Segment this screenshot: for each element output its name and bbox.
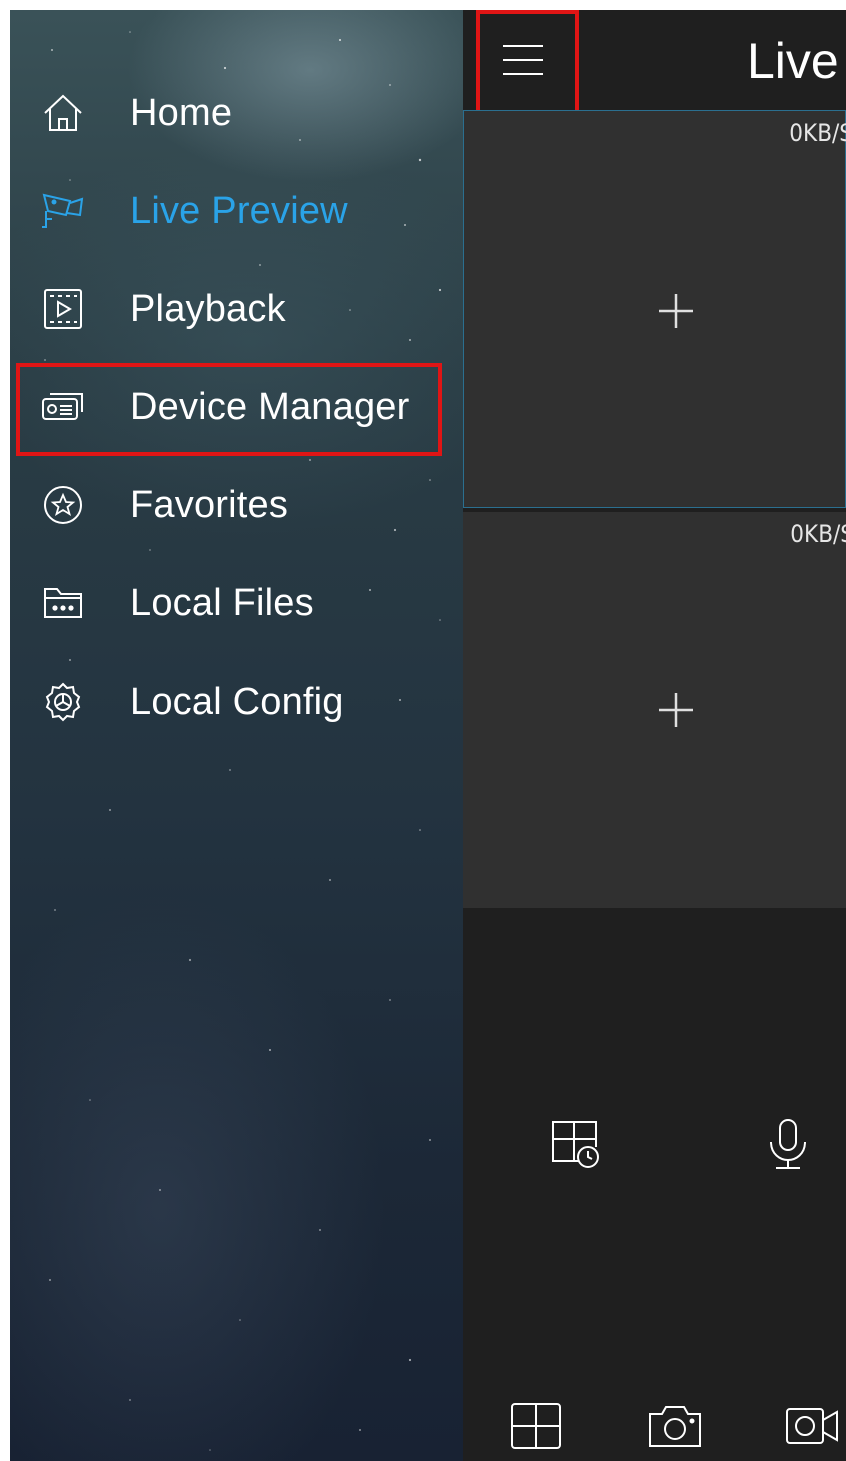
plus-icon[interactable]: [656, 690, 696, 730]
sidebar-item-local-config[interactable]: Local Config: [10, 657, 463, 747]
sidebar-item-label: Live Preview: [130, 189, 348, 232]
microphone-icon: [766, 1118, 810, 1175]
video-pane[interactable]: 0KB/S: [463, 512, 846, 908]
grid-icon: [510, 1402, 562, 1455]
layout-schedule-icon: [550, 1119, 602, 1174]
sidebar-item-label: Playback: [130, 287, 286, 330]
top-bar: Live: [463, 10, 846, 119]
sidebar-item-home[interactable]: Home: [10, 68, 463, 158]
bitrate-label: 0KB/S: [790, 520, 846, 548]
folder-icon: [40, 580, 86, 626]
page-title: Live: [747, 33, 839, 89]
snapshot-icon: [648, 1404, 702, 1453]
star-icon: [40, 482, 86, 528]
bitrate-label: 0KB/S: [789, 119, 846, 147]
sidebar-item-playback[interactable]: Playback: [10, 264, 463, 354]
home-icon: [40, 90, 86, 136]
sidebar-item-label: Local Config: [130, 680, 344, 723]
config-icon: [40, 679, 86, 725]
sidebar-item-favorites[interactable]: Favorites: [10, 460, 463, 550]
app-screen: Home Live Preview Playback Device Manage…: [10, 10, 846, 1461]
sidebar-item-label: Favorites: [130, 483, 289, 526]
playback-icon: [40, 286, 86, 332]
video-pane[interactable]: 0KB/S: [463, 110, 846, 508]
layout-schedule-button[interactable]: [546, 1116, 606, 1176]
hamburger-icon: [501, 42, 545, 83]
hamburger-menu-button[interactable]: [483, 22, 563, 102]
sidebar-item-live-preview[interactable]: Live Preview: [10, 166, 463, 256]
sidebar-item-local-files[interactable]: Local Files: [10, 558, 463, 648]
plus-icon[interactable]: [656, 291, 696, 331]
bottom-toolbar: [463, 908, 846, 1461]
snapshot-button[interactable]: [645, 1398, 705, 1458]
sidebar-item-label: Home: [130, 91, 233, 134]
record-icon: [785, 1406, 843, 1451]
microphone-button[interactable]: [758, 1116, 818, 1176]
sidebar-item-label: Device Manager: [130, 385, 410, 428]
sidebar-item-label: Local Files: [130, 581, 314, 624]
device-icon: [40, 384, 86, 430]
camera-icon: [40, 188, 86, 234]
split-screen-button[interactable]: [506, 1398, 566, 1458]
sidebar-item-device-manager[interactable]: Device Manager: [10, 362, 463, 452]
navigation-drawer: Home Live Preview Playback Device Manage…: [10, 10, 463, 1461]
record-button[interactable]: [781, 1398, 846, 1458]
